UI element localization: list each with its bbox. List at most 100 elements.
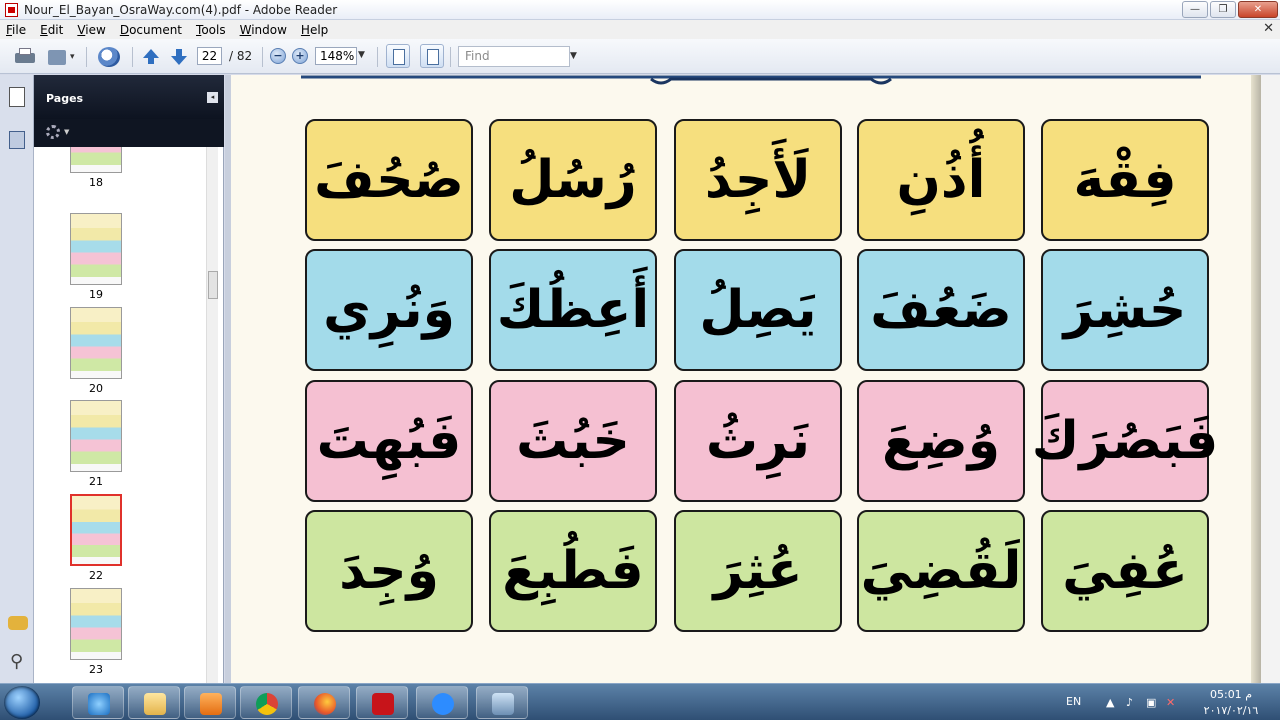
- share-icon[interactable]: ▾: [48, 47, 78, 67]
- fit-width-button[interactable]: [420, 44, 444, 68]
- firefox-icon: [314, 693, 336, 715]
- word-card: وُجِدَ: [305, 510, 473, 632]
- thumbnail-scrollbar[interactable]: [206, 147, 218, 683]
- show-hidden-icons-icon[interactable]: ▲: [1106, 696, 1118, 709]
- word-card: لَأَجِدُ: [674, 119, 842, 241]
- pdf-page: صُحُفَ رُسُلُ لَأَجِدُ أُذُنِ فِقْهَ وَنُرِي أ…: [231, 75, 1251, 683]
- word-card-text: أَعِظُكَ: [496, 280, 650, 340]
- word-card: وَنُرِي: [305, 249, 473, 371]
- bookmarks-icon[interactable]: [9, 131, 25, 149]
- word-card-text: صُحُفَ: [314, 150, 464, 210]
- word-card-text: خَبُثَ: [516, 411, 630, 471]
- chevron-down-icon[interactable]: ▼: [64, 128, 69, 136]
- page-thumbnail-current[interactable]: 22: [70, 494, 122, 582]
- navigation-strip: ⚲: [0, 75, 34, 683]
- collapse-panel-button[interactable]: ◂: [207, 92, 218, 103]
- document-scrollbar[interactable]: [1261, 75, 1280, 683]
- word-card: لَقُضِيَ: [857, 510, 1025, 632]
- page-thumbnail[interactable]: 18: [70, 147, 122, 189]
- adobe-reader-icon: [5, 3, 18, 17]
- word-card-text: نَرِثُ: [705, 411, 811, 471]
- minimize-button[interactable]: —: [1182, 1, 1208, 18]
- start-button[interactable]: [4, 686, 40, 719]
- document-view[interactable]: صُحُفَ رُسُلُ لَأَجِدُ أُذُنِ فِقْهَ وَنُرِي أ…: [225, 75, 1280, 683]
- menu-window[interactable]: Window: [240, 23, 287, 37]
- ie-icon: [88, 693, 110, 715]
- attachment-icon[interactable]: ⚲: [10, 651, 23, 672]
- menu-edit[interactable]: Edit: [40, 23, 63, 37]
- maximize-button[interactable]: ❐: [1210, 1, 1236, 18]
- arrow-down-icon: [171, 56, 187, 65]
- action-center-icon[interactable]: ✕: [1166, 696, 1178, 709]
- clock-time[interactable]: 05:01 م: [1196, 688, 1266, 701]
- page-thumbnail[interactable]: 20: [70, 307, 122, 395]
- word-card-text: لَقُضِيَ: [860, 541, 1022, 601]
- next-page-button[interactable]: [169, 47, 189, 67]
- taskbar-chrome-button[interactable]: [240, 686, 292, 719]
- word-card: عُثِرَ: [674, 510, 842, 632]
- comments-icon[interactable]: [8, 616, 28, 630]
- volume-icon[interactable]: ♪: [1126, 696, 1138, 709]
- gear-icon[interactable]: [46, 125, 60, 139]
- taskbar-folder-button[interactable]: [128, 686, 180, 719]
- taskbar-ie-button[interactable]: [72, 686, 124, 719]
- menu-file[interactable]: File: [6, 23, 26, 37]
- acrobat-icon: [372, 693, 394, 715]
- clock-date[interactable]: ٢٠١٧/٠٢/١٦: [1196, 704, 1266, 717]
- screen-icon: [492, 693, 514, 715]
- close-document-button[interactable]: ✕: [1263, 21, 1274, 36]
- media-icon: [200, 693, 222, 715]
- word-card-text: عُثِرَ: [713, 541, 803, 601]
- network-icon[interactable]: ▣: [1146, 696, 1158, 709]
- menu-document[interactable]: Document: [120, 23, 182, 37]
- page-thumbnail[interactable]: 23: [70, 588, 122, 676]
- print-icon[interactable]: [14, 47, 36, 67]
- page-total: / 82: [229, 49, 253, 63]
- taskbar-media-button[interactable]: [184, 686, 236, 719]
- taskbar: EN ▲ ♪ ▣ ✕ 05:01 م ٢٠١٧/٠٢/١٦: [0, 683, 1280, 720]
- previous-page-button[interactable]: [141, 47, 161, 67]
- word-card-text: فَبَصُرَكَ: [1031, 411, 1219, 471]
- zoom-in-button[interactable]: +: [292, 48, 308, 64]
- word-card: عُفِيَ: [1041, 510, 1209, 632]
- word-card-text: أُذُنِ: [896, 150, 986, 210]
- page-thumbnail-number: 22: [89, 569, 103, 582]
- word-card-text: فَطُبِعَ: [502, 541, 644, 601]
- toolbar-separator: [132, 47, 133, 67]
- word-card: رُسُلُ: [489, 119, 657, 241]
- page-thumbnail[interactable]: 21: [70, 400, 122, 488]
- word-card: يَصِلُ: [674, 249, 842, 371]
- zoom-out-button[interactable]: −: [270, 48, 286, 64]
- word-card: أُذُنِ: [857, 119, 1025, 241]
- page-edge: [1251, 75, 1261, 683]
- menu-tools[interactable]: Tools: [196, 23, 226, 37]
- pages-panel-header: Pages ◂: [34, 75, 224, 119]
- find-input[interactable]: Find: [458, 46, 570, 67]
- zoom-icon: [432, 693, 454, 715]
- toolbar-separator: [262, 47, 263, 67]
- chrome-icon: [256, 693, 278, 715]
- word-card-text: ضَعُفَ: [870, 280, 1012, 340]
- word-card-text: رُسُلُ: [509, 150, 637, 210]
- close-button[interactable]: ✕: [1238, 1, 1278, 18]
- fit-page-button[interactable]: [386, 44, 410, 68]
- panel-options-bar: ▼: [34, 119, 224, 147]
- taskbar-firefox-button[interactable]: [298, 686, 350, 719]
- pages-icon[interactable]: [5, 87, 25, 113]
- menu-help[interactable]: Help: [301, 23, 328, 37]
- taskbar-zoom-button[interactable]: [416, 686, 468, 719]
- page-thumbnail[interactable]: 19: [70, 213, 122, 301]
- taskbar-screen-button[interactable]: [476, 686, 528, 719]
- pages-panel-title: Pages: [46, 92, 84, 105]
- menu-view[interactable]: View: [77, 23, 105, 37]
- collaborate-icon[interactable]: [96, 47, 124, 67]
- chevron-down-icon[interactable]: ▼: [358, 50, 365, 60]
- chevron-down-icon[interactable]: ▼: [570, 51, 577, 61]
- zoom-level-input[interactable]: 148%: [315, 47, 357, 65]
- page-thumbnail-number: 23: [89, 663, 103, 676]
- thumbnail-list[interactable]: 18 19 20 21 22 23: [34, 147, 206, 683]
- page-number-input[interactable]: 22: [197, 47, 222, 65]
- language-indicator[interactable]: EN: [1066, 695, 1081, 708]
- word-card-text: وَنُرِي: [323, 280, 455, 340]
- taskbar-acrobat-button[interactable]: [356, 686, 408, 719]
